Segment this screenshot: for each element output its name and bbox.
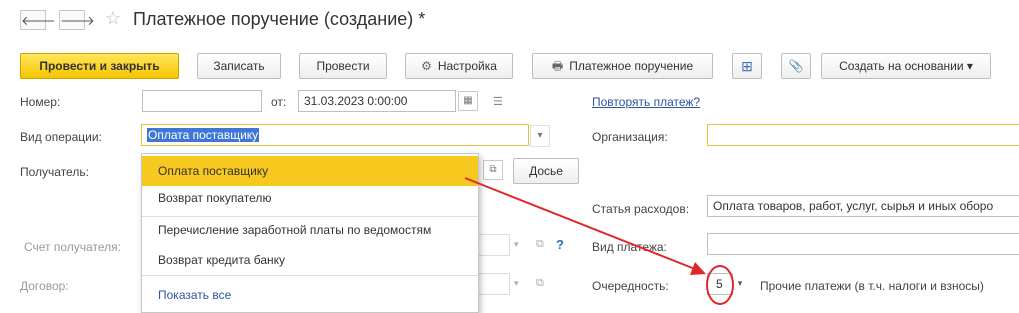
annotation-circle (706, 265, 734, 305)
annotation-arrow-line (464, 177, 701, 272)
annotation-overlay (464, 177, 734, 305)
